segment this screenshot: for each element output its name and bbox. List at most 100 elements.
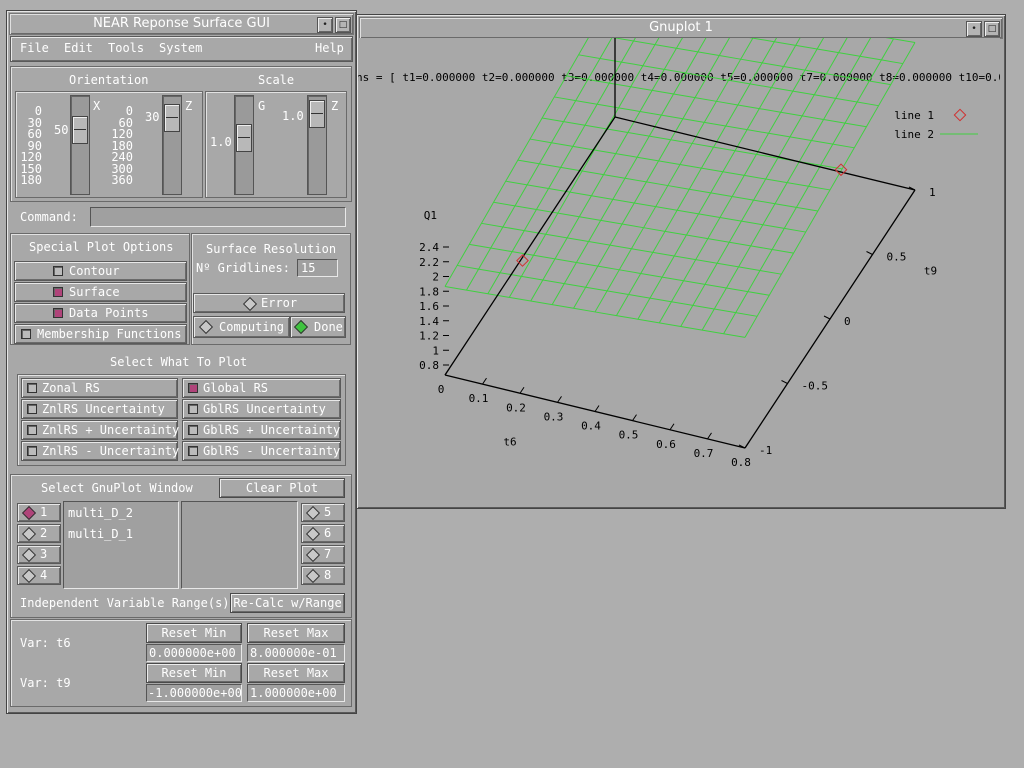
z-tick-label: 1.6 <box>419 300 439 313</box>
gblrs-minus-label: GblRS - Uncertainty <box>203 444 341 458</box>
t6-reset-max-button[interactable]: Reset Max <box>247 623 345 643</box>
znlrs-minus-uncertainty-option[interactable]: ZnlRS - Uncertainty <box>21 441 179 461</box>
global-rs-option[interactable]: Global RS <box>182 378 341 398</box>
window-7-diamond[interactable] <box>305 547 321 563</box>
membership-functions-toggle[interactable]: Membership Functions <box>14 324 187 344</box>
t9-reset-max-button[interactable]: Reset Max <box>247 663 345 683</box>
z-tick-labels: 0 60 120 180 240 300 360 <box>111 104 133 187</box>
near-title-bar[interactable]: NEAR Reponse Surface GUI • □ <box>9 13 354 35</box>
clear-plot-button[interactable]: Clear Plot <box>219 478 345 498</box>
g-scale-value: 1.0 <box>210 135 232 149</box>
computing-label: Computing <box>219 320 285 334</box>
maximize-icon[interactable]: □ <box>335 17 351 33</box>
znlrs-minus-checkbox[interactable] <box>27 446 37 456</box>
y-tick-label: 0.5 <box>887 251 907 264</box>
gblrs-uncertainty-checkbox[interactable] <box>188 404 198 414</box>
znlrs-plus-uncertainty-option[interactable]: ZnlRS + Uncertainty <box>21 420 179 440</box>
window-3-diamond[interactable] <box>21 547 37 563</box>
surface-gridline <box>744 42 916 338</box>
z-tick-label: 1.8 <box>419 285 439 298</box>
window-4-radio[interactable]: 4 <box>17 566 61 585</box>
command-input[interactable] <box>90 207 346 227</box>
select-what-to-plot-label: Select What To Plot <box>110 355 248 369</box>
window-7-radio[interactable]: 7 <box>301 545 345 564</box>
g-scale-slider[interactable] <box>234 95 254 195</box>
menu-system[interactable]: System <box>159 41 202 55</box>
list-item[interactable]: multi_D_1 <box>68 527 133 541</box>
gblrs-minus-checkbox[interactable] <box>188 446 198 456</box>
surface-gridline <box>658 38 825 324</box>
t9-reset-min-button[interactable]: Reset Min <box>146 663 242 683</box>
z-scale-slider[interactable] <box>307 95 327 195</box>
x-tick-label: 0.5 <box>619 429 639 442</box>
menu-tools[interactable]: Tools <box>108 41 144 55</box>
menu-edit[interactable]: Edit <box>64 41 93 55</box>
done-label: Done <box>314 320 343 334</box>
znlrs-uncertainty-option[interactable]: ZnlRS Uncertainty <box>21 399 178 419</box>
global-rs-checkbox[interactable] <box>188 383 198 393</box>
window-8-radio[interactable]: 8 <box>301 566 345 585</box>
gnuplot-title-bar[interactable]: Gnuplot 1 • □ <box>359 17 1003 39</box>
x-slider-thumb[interactable] <box>72 116 88 144</box>
plot-list-right[interactable] <box>181 501 298 589</box>
z-scale-slider-thumb[interactable] <box>309 100 325 128</box>
legend-line1-label: line 1 <box>894 109 934 122</box>
membership-checkbox[interactable] <box>21 329 31 339</box>
window-6-diamond[interactable] <box>305 526 321 542</box>
window-4-diamond[interactable] <box>21 568 37 584</box>
menu-help[interactable]: Help <box>315 41 344 55</box>
gblrs-uncertainty-option[interactable]: GblRS Uncertainty <box>182 399 341 419</box>
z-slider-thumb[interactable] <box>164 104 180 132</box>
t9-max-input[interactable]: 1.000000e+00 <box>247 684 345 702</box>
gnuplot-minimize-icon[interactable]: • <box>966 21 982 37</box>
t6-min-input[interactable]: 0.000000e+00 <box>146 644 242 662</box>
x-orientation-slider[interactable] <box>70 95 90 195</box>
gblrs-plus-uncertainty-option[interactable]: GblRS + Uncertainty <box>182 420 341 440</box>
window-1-radio[interactable]: 1 <box>17 503 61 522</box>
t6-max-input[interactable]: 8.000000e-01 <box>247 644 345 662</box>
menu-file[interactable]: File <box>20 41 49 55</box>
znlrs-uncertainty-checkbox[interactable] <box>27 404 37 414</box>
zonal-rs-checkbox[interactable] <box>27 383 37 393</box>
gblrs-plus-checkbox[interactable] <box>188 425 198 435</box>
var-t9-label: Var: t9 <box>20 676 71 690</box>
surface-resolution-label: Surface Resolution <box>206 242 337 256</box>
window-2-diamond[interactable] <box>21 526 37 542</box>
window-5-diamond[interactable] <box>305 505 321 521</box>
y-axis-label: t9 <box>924 265 937 278</box>
window-2-radio[interactable]: 2 <box>17 524 61 543</box>
data-points-label: Data Points <box>69 306 149 320</box>
window-6-label: 6 <box>324 526 332 540</box>
surface-toggle[interactable]: Surface <box>14 282 187 302</box>
surface-checkbox[interactable] <box>53 287 63 297</box>
contour-checkbox[interactable] <box>53 266 63 276</box>
surface-label: Surface <box>69 285 120 299</box>
surface-gridline <box>566 75 867 128</box>
data-points-toggle[interactable]: Data Points <box>14 303 187 323</box>
z-orientation-slider[interactable] <box>162 95 182 195</box>
zonal-rs-option[interactable]: Zonal RS <box>21 378 178 398</box>
gnuplot-maximize-icon[interactable]: □ <box>984 21 1000 37</box>
data-points-checkbox[interactable] <box>53 308 63 318</box>
gridlines-value: 15 <box>301 261 316 275</box>
gblrs-plus-label: GblRS + Uncertainty <box>203 423 341 437</box>
g-slider-thumb[interactable] <box>236 124 252 152</box>
gridlines-label: Nº Gridlines: <box>196 261 290 275</box>
minimize-icon[interactable]: • <box>317 17 333 33</box>
window-5-radio[interactable]: 5 <box>301 503 345 522</box>
window-1-diamond[interactable] <box>21 505 37 521</box>
t9-min-input[interactable]: -1.000000e+00 <box>146 684 242 702</box>
window-6-radio[interactable]: 6 <box>301 524 345 543</box>
window-8-diamond[interactable] <box>305 568 321 584</box>
gblrs-uncertainty-label: GblRS Uncertainty <box>203 402 326 416</box>
znlrs-plus-checkbox[interactable] <box>27 425 37 435</box>
t6-reset-min-button[interactable]: Reset Min <box>146 623 242 643</box>
gblrs-minus-uncertainty-option[interactable]: GblRS - Uncertainty <box>182 441 341 461</box>
x-tick-mark <box>594 405 600 412</box>
window-3-radio[interactable]: 3 <box>17 545 61 564</box>
contour-toggle[interactable]: Contour <box>14 261 187 281</box>
gridlines-input[interactable]: 15 <box>297 259 338 277</box>
list-item[interactable]: multi_D_2 <box>68 506 133 520</box>
recalc-range-button[interactable]: Re-Calc w/Range <box>230 593 345 613</box>
plot-list-left[interactable]: multi_D_2 multi_D_1 <box>63 501 179 589</box>
